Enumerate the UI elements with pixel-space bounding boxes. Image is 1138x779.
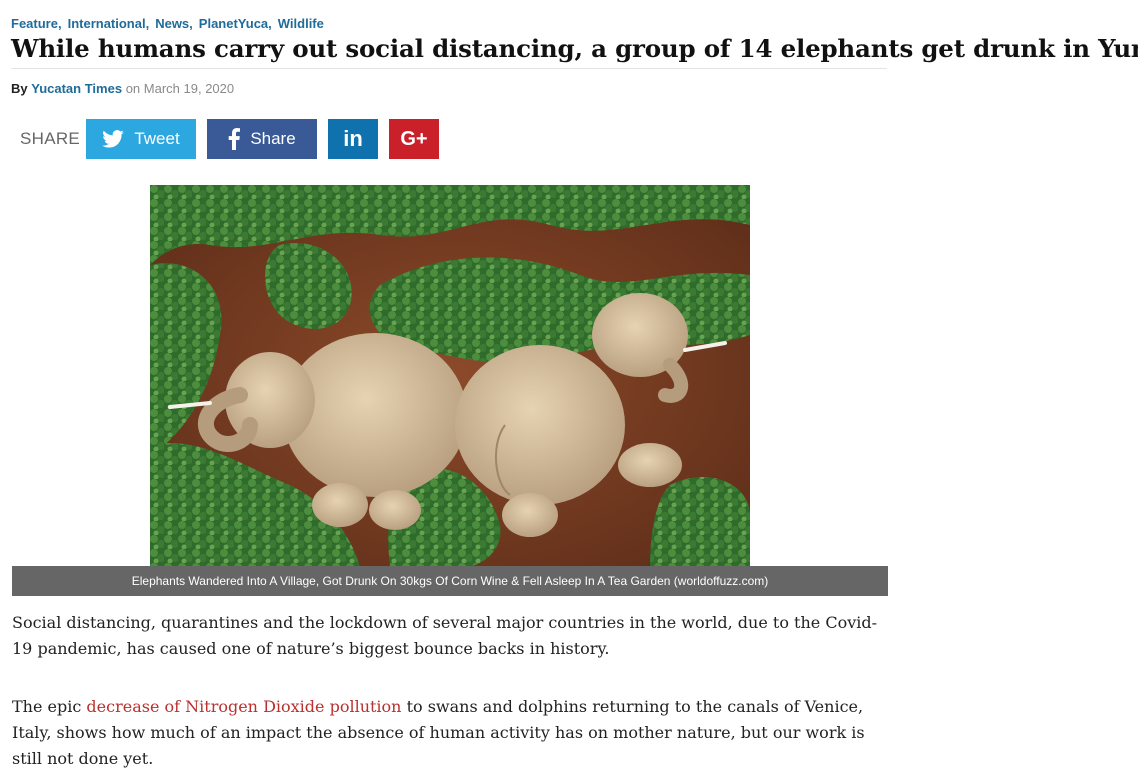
date-prefix: on bbox=[125, 81, 141, 96]
byline-prefix: By bbox=[11, 81, 28, 96]
category-international-link[interactable]: International, bbox=[68, 16, 150, 31]
photo-caption: Elephants Wandered Into A Village, Got D… bbox=[12, 566, 888, 596]
paragraph-1: Social distancing, quarantines and the l… bbox=[12, 613, 878, 658]
tweet-button-label: Tweet bbox=[134, 129, 180, 148]
article-title: While humans carry out social distancing… bbox=[11, 34, 1138, 63]
publish-date: March 19, 2020 bbox=[143, 81, 235, 96]
paragraph-2: The epic decrease of Nitrogen Dioxide po… bbox=[12, 694, 892, 772]
tweet-button[interactable]: Tweet bbox=[86, 119, 196, 159]
author-link[interactable]: Yucatan Times bbox=[31, 81, 122, 96]
facebook-share-label: Share bbox=[250, 129, 296, 148]
category-news-link[interactable]: News, bbox=[155, 16, 193, 31]
category-links: Feature, International, News, PlanetYuca, Wi… bbox=[11, 16, 330, 31]
paragraph-2-intro: The epic bbox=[12, 697, 87, 716]
linkedin-share-button[interactable]: in bbox=[328, 119, 378, 159]
facebook-f-icon bbox=[229, 128, 241, 150]
linkedin-icon: in bbox=[343, 126, 363, 151]
title-divider bbox=[11, 68, 887, 69]
byline: By Yucatan Times on March 19, 2020 bbox=[11, 81, 234, 96]
category-wildlife-link[interactable]: Wildlife bbox=[278, 16, 324, 31]
twitter-bird-icon bbox=[102, 130, 125, 148]
category-planetyuca-link[interactable]: PlanetYuca, bbox=[199, 16, 272, 31]
google-plus-icon: G+ bbox=[400, 127, 428, 150]
category-feature-link[interactable]: Feature, bbox=[11, 16, 62, 31]
article-photo-elephants bbox=[150, 185, 750, 566]
elephants-image bbox=[150, 185, 750, 566]
facebook-share-button[interactable]: Share bbox=[207, 119, 317, 159]
share-label: SHARE bbox=[20, 129, 81, 148]
nitrogen-dioxide-link[interactable]: decrease of Nitrogen Dioxide pollution bbox=[86, 697, 401, 716]
google-plus-share-button[interactable]: G+ bbox=[389, 119, 439, 159]
